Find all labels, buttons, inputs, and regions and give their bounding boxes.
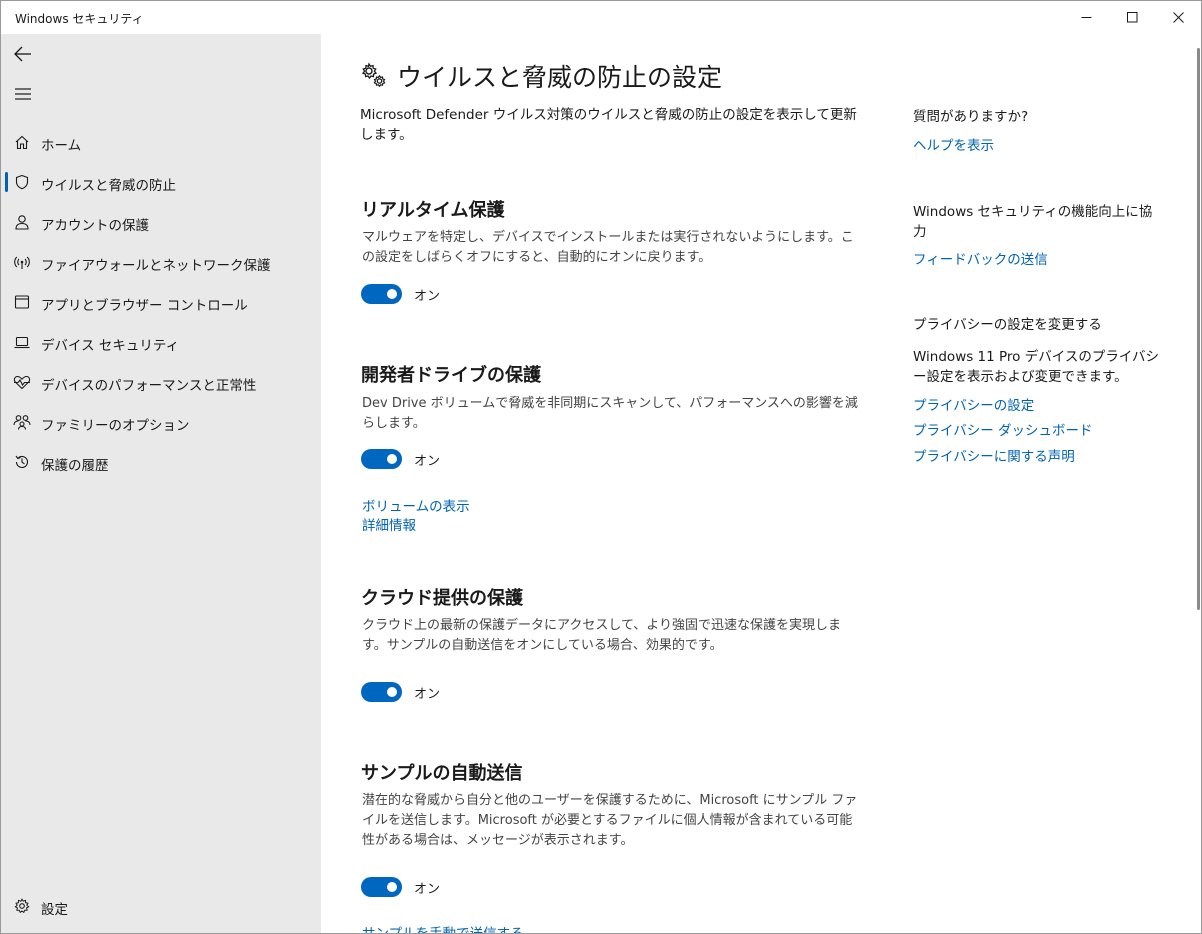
question-heading: 質問がありますか?	[913, 109, 1029, 125]
improve-heading: Windows セキュリティの機能向上に協力	[913, 204, 1153, 240]
section-description-cloud-protection: クラウド上の最新の保護データにアクセスして、より強固で迅速な保護を実現します。サ…	[362, 618, 842, 653]
view-volumes-link[interactable]: ボリュームの表示	[362, 495, 470, 515]
toggle-knob	[387, 882, 397, 892]
toggle-state-label: オン	[414, 453, 441, 469]
family-icon	[13, 413, 31, 431]
gear-icon	[13, 897, 31, 915]
privacy-dashboard-link[interactable]: プライバシー ダッシュボード	[913, 419, 1093, 439]
scrollbar-thumb[interactable]	[1197, 48, 1200, 610]
heart-pulse-icon	[13, 373, 31, 391]
sidebar-item-label: 保護の履歴	[41, 458, 109, 474]
sidebar-item-device-security[interactable]: デバイス セキュリティ	[1, 324, 321, 360]
dev-drive-protection-toggle[interactable]	[361, 449, 402, 469]
section-title-cloud-protection: クラウド提供の保護	[361, 588, 523, 609]
close-icon	[1172, 12, 1184, 23]
get-help-link[interactable]: ヘルプを表示	[913, 134, 994, 154]
sidebar-item-label: ホーム	[41, 138, 82, 154]
send-feedback-link[interactable]: フィードバックの送信	[913, 248, 1048, 268]
window-title: Windows セキュリティ	[15, 12, 144, 26]
cloud-protection-toggle-row: オン	[361, 681, 440, 703]
page-description: Microsoft Defender ウイルス対策のウイルスと脅威の防止の設定を…	[360, 107, 857, 143]
maximize-icon	[1126, 12, 1137, 23]
hamburger-menu-icon	[15, 88, 31, 100]
sidebar-item-account-protection[interactable]: アカウントの保護	[1, 204, 321, 240]
back-arrow-icon	[14, 46, 31, 62]
shield-icon	[13, 173, 31, 191]
page-title-text: ウイルスと脅威の防止の設定	[397, 63, 723, 92]
cloud-protection-toggle[interactable]	[361, 682, 402, 702]
minimize-icon	[1081, 17, 1091, 18]
sidebar-item-label: アカウントの保護	[41, 218, 149, 234]
privacy-statement-link[interactable]: プライバシーに関する声明	[913, 445, 1075, 465]
main-content: ウイルスと脅威の防止の設定 Microsoft Defender ウイルス対策の…	[321, 34, 1197, 933]
toggle-knob	[387, 454, 397, 464]
menu-button[interactable]	[12, 84, 34, 104]
section-title-realtime: リアルタイム保護	[361, 200, 505, 221]
dev-drive-protection-toggle-row: オン	[361, 448, 440, 470]
page-title: ウイルスと脅威の防止の設定	[359, 58, 722, 94]
toggle-knob	[387, 289, 397, 299]
back-button[interactable]	[12, 44, 34, 64]
sidebar-item-label: デバイス セキュリティ	[41, 338, 180, 354]
active-indicator	[5, 172, 8, 192]
section-title-dev-drive: 開発者ドライブの保護	[361, 365, 541, 386]
sidebar-item-label: ファイアウォールとネットワーク保護	[41, 258, 271, 274]
sample-submission-toggle[interactable]	[361, 877, 402, 897]
privacy-description: Windows 11 Pro デバイスのプライバシー設定を表示および変更できます…	[913, 349, 1160, 385]
realtime-protection-toggle-row: オン	[361, 283, 440, 305]
sidebar-item-device-performance[interactable]: デバイスのパフォーマンスと正常性	[1, 364, 321, 400]
laptop-icon	[13, 333, 31, 351]
toggle-knob	[387, 687, 397, 697]
sidebar-item-virus-protection[interactable]: ウイルスと脅威の防止	[1, 164, 321, 200]
windows-security-window: Windows セキュリティ ホーム ウイルスと脅威の防止 アカウントの保護 フ…	[0, 0, 1202, 934]
maximize-button[interactable]	[1109, 1, 1155, 34]
sidebar-item-app-browser-control[interactable]: アプリとブラウザー コントロール	[1, 284, 321, 320]
minimize-button[interactable]	[1063, 1, 1109, 34]
history-icon	[13, 453, 31, 471]
toggle-state-label: オン	[414, 686, 441, 702]
privacy-heading: プライバシーの設定を変更する	[913, 317, 1102, 333]
sidebar-item-protection-history[interactable]: 保護の履歴	[1, 444, 321, 480]
sidebar-item-home[interactable]: ホーム	[1, 124, 321, 160]
section-title-sample-submission: サンプルの自動送信	[361, 763, 523, 784]
sidebar-item-label: デバイスのパフォーマンスと正常性	[41, 378, 257, 394]
app-window-icon	[13, 293, 31, 311]
realtime-protection-toggle[interactable]	[361, 284, 402, 304]
submit-sample-manually-link[interactable]: サンプルを手動で送信する	[362, 922, 524, 933]
sidebar-item-settings[interactable]: 設定	[1, 888, 321, 924]
section-description-dev-drive: Dev Drive ボリュームで脅威を非同期にスキャンして、パフォーマンスへの影…	[362, 396, 858, 431]
close-button[interactable]	[1155, 1, 1201, 34]
toggle-state-label: オン	[414, 881, 441, 897]
more-info-link[interactable]: 詳細情報	[362, 514, 416, 534]
vertical-scrollbar[interactable]	[1197, 34, 1201, 933]
sidebar: ホーム ウイルスと脅威の防止 アカウントの保護 ファイアウォールとネットワーク保…	[1, 34, 321, 933]
toggle-state-label: オン	[414, 288, 441, 304]
home-icon	[13, 133, 31, 151]
wireless-icon	[13, 253, 31, 271]
section-description-sample-submission: 潜在的な脅威から自分と他のユーザーを保護するために、Microsoft にサンプ…	[362, 793, 858, 848]
person-icon	[13, 213, 31, 231]
section-description-realtime: マルウェアを特定し、デバイスでインストールまたは実行されないようにします。この設…	[362, 230, 854, 265]
sample-submission-toggle-row: オン	[361, 876, 440, 898]
settings-gears-icon	[361, 62, 386, 88]
sidebar-item-label: 設定	[41, 902, 68, 918]
privacy-settings-link[interactable]: プライバシーの設定	[913, 394, 1034, 414]
sidebar-item-label: アプリとブラウザー コントロール	[41, 298, 248, 314]
sidebar-item-label: ファミリーのオプション	[41, 418, 190, 434]
title-bar: Windows セキュリティ	[1, 1, 1201, 34]
sidebar-item-firewall[interactable]: ファイアウォールとネットワーク保護	[1, 244, 321, 280]
sidebar-item-label: ウイルスと脅威の防止	[41, 178, 176, 194]
sidebar-item-family-options[interactable]: ファミリーのオプション	[1, 404, 321, 440]
